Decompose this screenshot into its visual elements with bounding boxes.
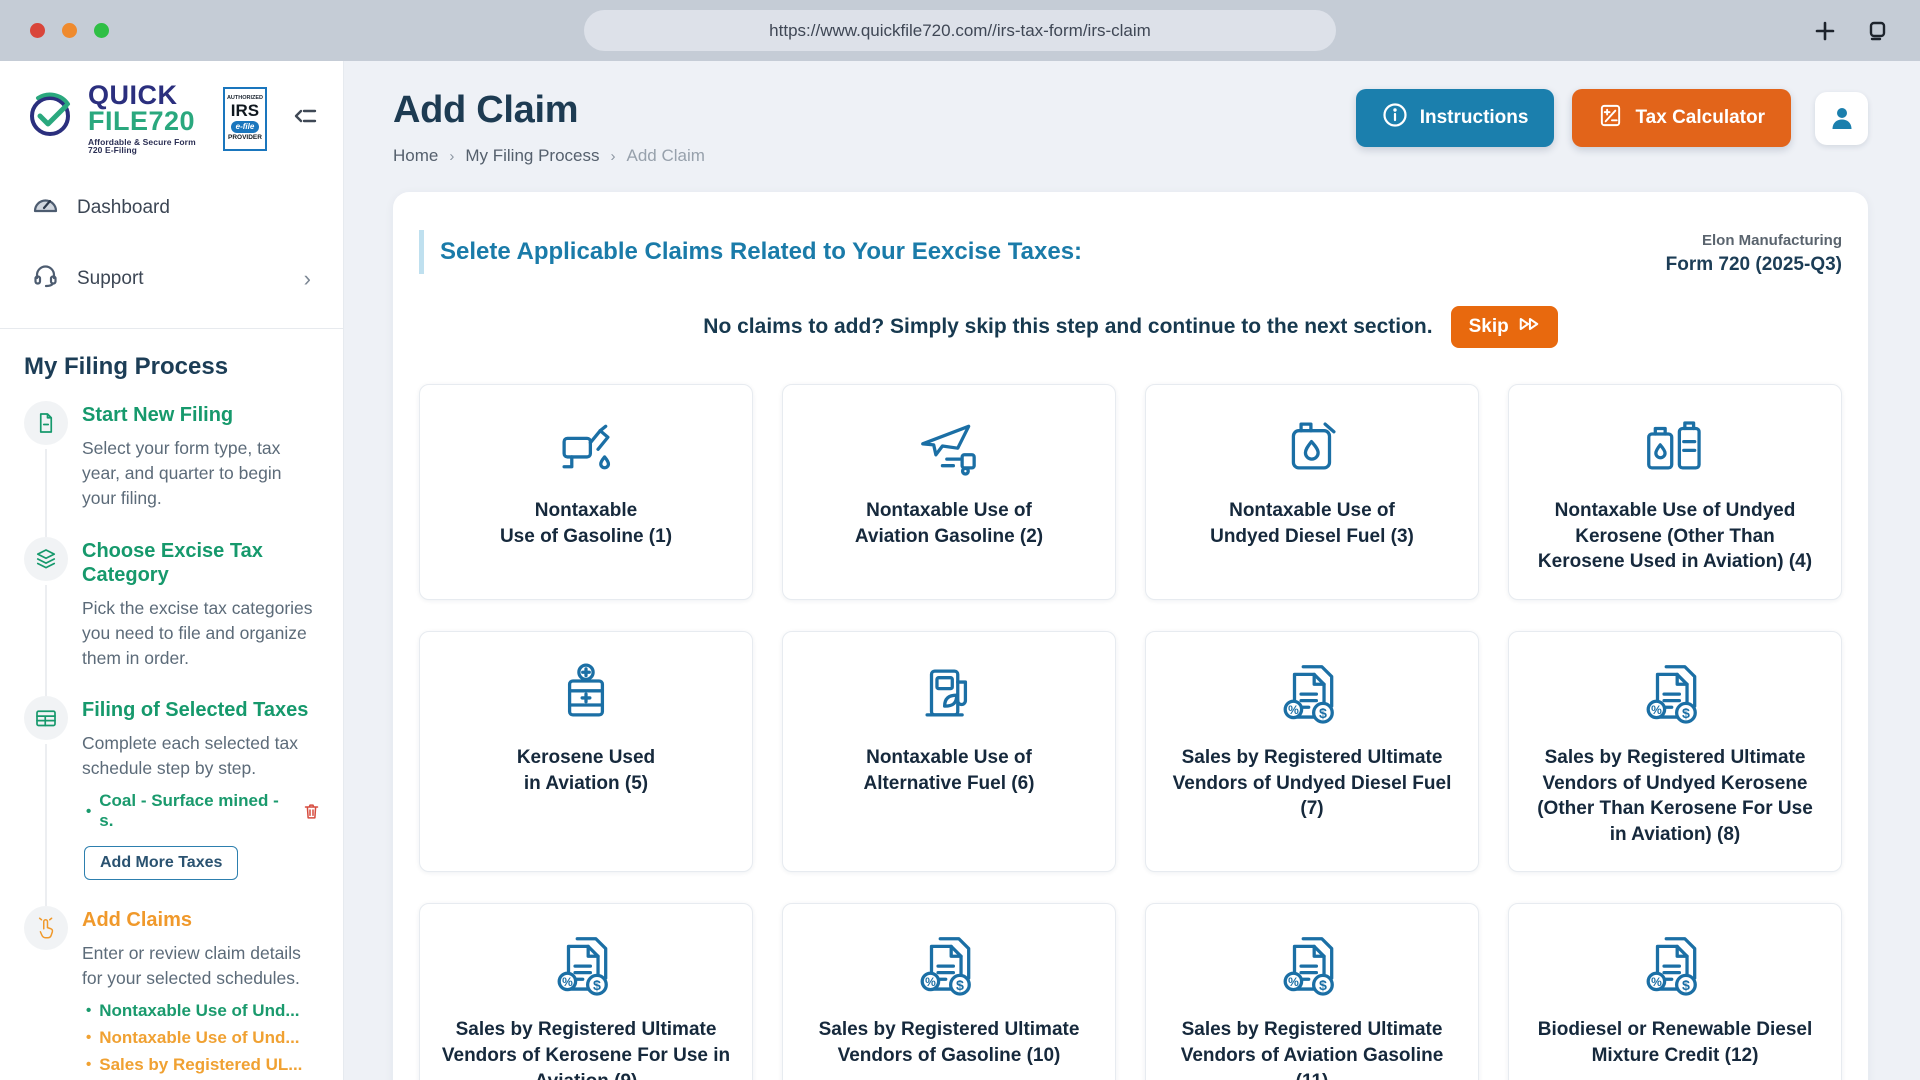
new-tab-plus-icon[interactable] [1814, 20, 1836, 42]
add-more-taxes-button[interactable]: Add More Taxes [84, 846, 239, 881]
breadcrumb: Home › My Filing Process › Add Claim [393, 146, 705, 166]
brand-tagline: Affordable & Secure Form 720 E-Filing [88, 137, 196, 156]
claim-card-kerosene-aviation[interactable]: Kerosene Used in Aviation (5) [419, 630, 753, 873]
sidebar-item-support[interactable]: Support › [24, 243, 319, 314]
browser-chrome: https://www.quickfile720.com//irs-tax-fo… [0, 0, 1920, 61]
brand-wordmark[interactable]: QUICK FILE720 Affordable & Secure Form 7… [88, 82, 209, 156]
eco-fuel-pump-icon [914, 658, 984, 733]
claims-panel: Selete Applicable Claims Related to Your… [393, 192, 1868, 1080]
url-bar[interactable]: https://www.quickfile720.com//irs-tax-fo… [584, 10, 1336, 51]
main-content: Add Claim Home › My Filing Process › Add… [344, 61, 1920, 1080]
info-icon [1382, 102, 1408, 134]
nav-label: Dashboard [77, 196, 170, 218]
claim-card-biodiesel-mixture-credit[interactable]: Biodiesel or Renewable Diesel Mixture Cr… [1508, 903, 1842, 1080]
screenshot-root: https://www.quickfile720.com//irs-tax-fo… [0, 0, 1920, 1080]
minimize-window-button[interactable] [62, 23, 77, 38]
tap-hand-icon [24, 906, 68, 951]
document-icon [24, 401, 68, 446]
claim-card-undyed-kerosene[interactable]: Nontaxable Use of Undyed Kerosene (Other… [1508, 384, 1842, 600]
process-step-add-claims[interactable]: Add Claims Enter or review claim details… [24, 906, 319, 1080]
sales-invoice-icon [1277, 930, 1347, 1005]
window-controls [30, 23, 109, 38]
fuel-nozzle-icon [551, 411, 621, 486]
claim-card-vendors-undyed-diesel[interactable]: Sales by Registered Ultimate Vendors of … [1145, 630, 1479, 873]
sidebar-collapse-icon[interactable] [293, 103, 319, 134]
maximize-window-button[interactable] [94, 23, 109, 38]
claim-card-alternative-fuel[interactable]: Nontaxable Use of Alternative Fuel (6) [782, 630, 1116, 873]
claim-item[interactable]: • Nontaxable Use of Und... [86, 1001, 319, 1021]
fast-forward-icon [1518, 316, 1540, 338]
claim-cards-grid: Nontaxable Use of Gasoline (1) Nontaxabl… [419, 384, 1842, 1080]
chevron-separator-icon: › [610, 147, 616, 165]
dashboard-gauge-icon [32, 191, 59, 224]
breadcrumb-add-claim: Add Claim [626, 146, 705, 165]
support-headset-icon [32, 262, 59, 295]
sidebar-divider [0, 328, 343, 330]
chevron-right-icon: › [303, 265, 311, 291]
claim-card-vendors-undyed-kerosene[interactable]: Sales by Registered Ultimate Vendors of … [1508, 630, 1842, 873]
close-window-button[interactable] [30, 23, 45, 38]
selected-tax-item[interactable]: • Coal - Surface mined - s. [86, 791, 319, 831]
claim-card-vendors-kerosene-aviation[interactable]: Sales by Registered Ultimate Vendors of … [419, 903, 753, 1080]
fuel-can-icon [1277, 411, 1347, 486]
sidebar-item-dashboard[interactable]: Dashboard [24, 172, 319, 243]
tabs-overview-icon[interactable] [1866, 19, 1890, 43]
irs-efile-provider-badge: AUTHORIZED IRS e-file PROVIDER [222, 86, 267, 151]
sales-invoice-icon [551, 930, 621, 1005]
tax-calculator-button[interactable]: Tax Calculator [1572, 89, 1791, 147]
table-icon [24, 696, 68, 741]
sales-invoice-icon [1640, 930, 1710, 1005]
kerosene-containers-icon [1640, 411, 1710, 486]
filing-process-heading: My Filing Process [24, 353, 229, 381]
breadcrumb-home[interactable]: Home [393, 146, 438, 166]
skip-button[interactable]: Skip [1450, 306, 1558, 348]
panel-title: Selete Applicable Claims Related to Your… [419, 230, 1082, 274]
claim-card-vendors-gasoline[interactable]: Sales by Registered Ultimate Vendors of … [782, 903, 1116, 1080]
aviation-drum-icon [551, 658, 621, 733]
process-step-start-new-filing[interactable]: Start New Filing Select your form type, … [24, 401, 319, 541]
form-name: Form 720 (2025-Q3) [1665, 254, 1842, 275]
company-name: Elon Manufacturing [1702, 232, 1842, 249]
process-step-filing-selected-taxes[interactable]: Filing of Selected Taxes Complete each s… [24, 696, 319, 910]
page-title: Add Claim [393, 89, 579, 131]
breadcrumb-my-filing-process[interactable]: My Filing Process [465, 146, 599, 166]
claim-card-nontaxable-gasoline[interactable]: Nontaxable Use of Gasoline (1) [419, 384, 753, 600]
claim-item[interactable]: • Sales by Registered UL... [86, 1055, 319, 1075]
sales-invoice-icon [1640, 658, 1710, 733]
sidebar: QUICK FILE720 Affordable & Secure Form 7… [0, 61, 344, 1080]
form-info: Elon Manufacturing Form 720 (2025-Q3) [1666, 230, 1842, 276]
claim-card-vendors-aviation-gasoline[interactable]: Sales by Registered Ultimate Vendors of … [1145, 903, 1479, 1080]
sales-invoice-icon [914, 930, 984, 1005]
claim-item[interactable]: • Nontaxable Use of Und... [86, 1028, 319, 1048]
nav-label: Support [77, 267, 144, 289]
claim-card-undyed-diesel[interactable]: Nontaxable Use of Undyed Diesel Fuel (3) [1145, 384, 1479, 600]
chevron-separator-icon: › [449, 147, 455, 165]
process-step-choose-category[interactable]: Choose Excise Tax Category Pick the exci… [24, 536, 319, 700]
instructions-button[interactable]: Instructions [1355, 89, 1555, 147]
calculator-icon [1598, 103, 1623, 134]
quickfile-logo-icon[interactable] [24, 90, 76, 147]
sales-invoice-icon [1277, 658, 1347, 733]
claim-card-aviation-gasoline[interactable]: Nontaxable Use of Aviation Gasoline (2) [782, 384, 1116, 600]
trash-icon[interactable] [304, 803, 319, 820]
airplane-fuel-icon [914, 411, 984, 486]
layers-icon [24, 536, 68, 581]
skip-helper-text: No claims to add? Simply skip this step … [703, 315, 1433, 338]
user-avatar-icon[interactable] [1815, 91, 1868, 145]
